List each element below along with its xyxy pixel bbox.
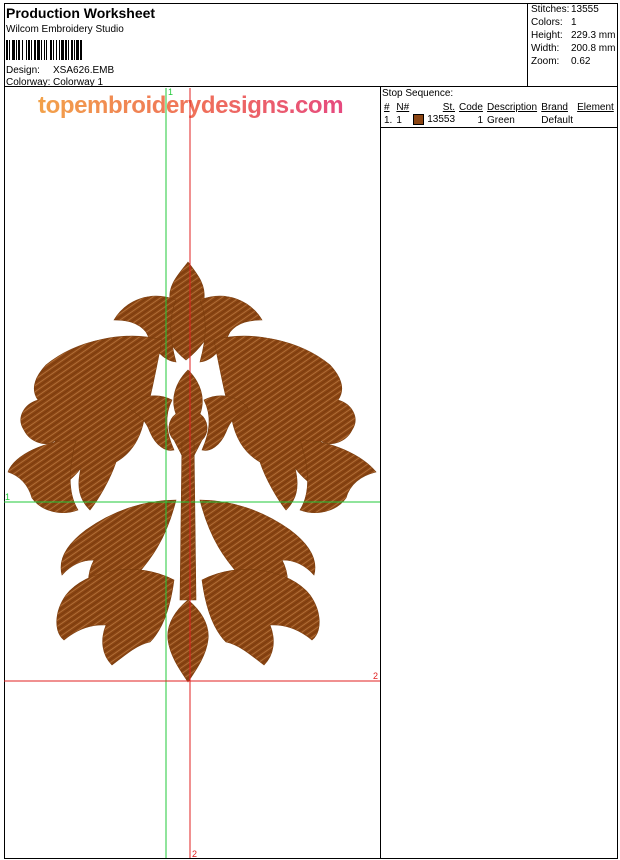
damask-embroidery-design (7, 261, 377, 683)
red-guide-label-bottom: 2 (192, 849, 198, 859)
green-guide-label-top: 1 (168, 87, 174, 97)
design-preview (4, 88, 380, 858)
red-guide-label-right: 2 (373, 671, 379, 681)
green-guide-label-left: 1 (5, 492, 11, 502)
